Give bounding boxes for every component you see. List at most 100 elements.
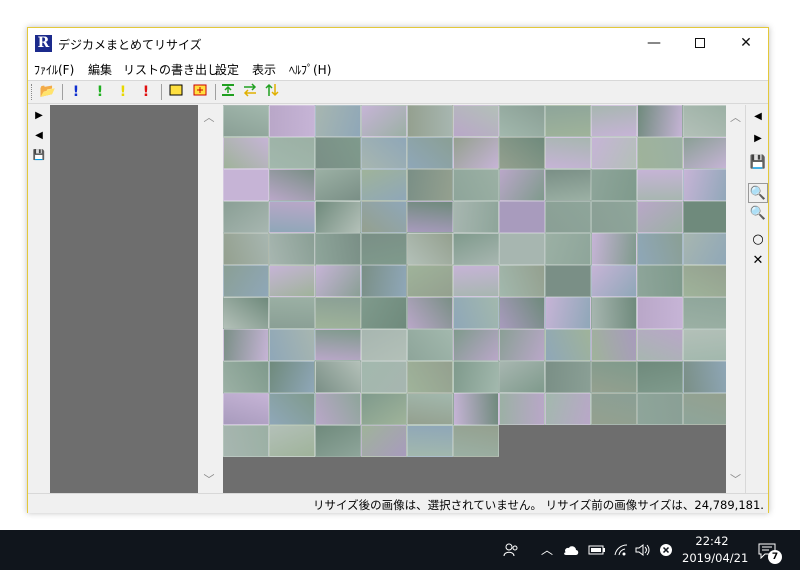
thumbnail[interactable] [499,297,545,329]
prev-icon[interactable]: ◀ [748,107,768,127]
thumbnail[interactable] [223,137,269,169]
thumbnail[interactable] [361,393,407,425]
thumbnail[interactable] [683,169,726,201]
thumbnail[interactable] [545,105,591,137]
thumbnail[interactable] [499,393,545,425]
thumbnail[interactable] [683,201,726,233]
maximize-button[interactable] [677,28,723,58]
next-icon[interactable]: ▶ [30,107,48,125]
file-list-pane[interactable] [50,105,220,493]
thumbnail[interactable] [407,201,453,233]
thumbnail[interactable] [453,137,499,169]
thumbnail[interactable] [361,425,407,457]
thumbnail[interactable] [269,329,315,361]
thumbnail[interactable] [545,297,591,329]
frame-icon[interactable] [167,83,185,101]
thumbnail[interactable] [545,329,591,361]
thumbnail[interactable] [315,329,361,361]
mark-yellow-button[interactable]: ! [114,83,132,101]
menu-export-list[interactable]: リストの書き出し [123,61,219,78]
thumbnail[interactable] [637,137,683,169]
thumbnail[interactable] [453,233,499,265]
thumbnail[interactable] [269,105,315,137]
thumbnail[interactable] [545,393,591,425]
thumbnail[interactable] [361,201,407,233]
thumbnail[interactable] [315,233,361,265]
thumbnail[interactable] [683,393,726,425]
zoom-icon[interactable]: 🔍 [748,204,768,224]
thumbnail[interactable] [683,265,726,297]
thumbnail[interactable] [637,361,683,393]
thumbnail[interactable] [223,329,269,361]
thumbnail[interactable] [361,329,407,361]
thumbnail[interactable] [453,297,499,329]
thumbnail[interactable] [637,201,683,233]
thumbnail[interactable] [545,361,591,393]
thumbnail[interactable] [223,425,269,457]
thumbnail[interactable] [315,297,361,329]
thumbnail[interactable] [637,265,683,297]
minimize-button[interactable]: — [631,28,677,58]
frame-add-icon[interactable] [191,83,209,101]
thumbnail[interactable] [269,361,315,393]
thumbnail[interactable] [591,329,637,361]
thumbnail[interactable] [269,265,315,297]
cross-icon[interactable]: ✕ [748,251,768,271]
thumbnail[interactable] [499,201,545,233]
thumbnail[interactable] [637,233,683,265]
no-connection-icon[interactable] [655,530,677,570]
menu-help[interactable]: ﾍﾙﾌﾟ(H) [289,61,331,78]
save-icon[interactable]: 💾 [30,147,48,165]
thumbnail[interactable] [407,329,453,361]
thumbnail[interactable] [545,233,591,265]
thumbnail[interactable] [545,265,591,297]
cloud-icon[interactable] [560,530,582,570]
toolbar-grip[interactable] [31,84,34,100]
thumbnail[interactable] [591,297,637,329]
thumbnail[interactable] [453,105,499,137]
scroll-up-icon[interactable]: ︿ [726,109,745,127]
thumbnail[interactable] [315,169,361,201]
thumbnail-scrollbar[interactable]: ︿ ﹀ [726,105,745,493]
thumbnail[interactable] [453,265,499,297]
open-folder-icon[interactable]: 📂 [39,83,57,101]
taskbar-clock[interactable]: 22:42 2019/04/21 [682,533,748,567]
thumbnail[interactable] [591,393,637,425]
thumbnail[interactable] [591,201,637,233]
thumbnail[interactable] [499,361,545,393]
thumbnail[interactable] [545,137,591,169]
scroll-down-icon[interactable]: ﹀ [726,471,745,489]
thumbnail[interactable] [269,297,315,329]
file-list-scrollbar[interactable]: ︿ ﹀ [198,105,220,493]
thumbnail[interactable] [315,105,361,137]
thumbnail[interactable] [407,233,453,265]
thumbnail[interactable] [361,137,407,169]
thumbnail[interactable] [683,137,726,169]
thumbnail[interactable] [453,201,499,233]
align-top-bottom-icon[interactable] [219,83,237,101]
thumbnail[interactable] [407,105,453,137]
thumbnail[interactable] [545,201,591,233]
thumbnail[interactable] [223,297,269,329]
thumbnail[interactable] [591,265,637,297]
thumbnail[interactable] [499,265,545,297]
menu-file[interactable]: ﾌｧｲﾙ(F) [34,61,74,78]
thumbnail[interactable] [315,265,361,297]
thumbnail[interactable] [407,265,453,297]
close-button[interactable]: ✕ [723,28,769,58]
thumbnail[interactable] [591,361,637,393]
thumbnail[interactable] [407,425,453,457]
circle-icon[interactable]: ○ [748,230,768,250]
thumbnail[interactable] [269,169,315,201]
thumbnail[interactable] [315,137,361,169]
menu-view[interactable]: 表示 [252,61,276,78]
thumbnail[interactable] [361,265,407,297]
thumbnail[interactable] [407,393,453,425]
thumbnail[interactable] [499,169,545,201]
mark-red-button[interactable]: ! [137,83,155,101]
save-icon[interactable]: 💾 [748,153,768,173]
menu-edit[interactable]: 編集 [88,61,112,78]
thumbnail[interactable] [269,137,315,169]
thumbnail[interactable] [361,169,407,201]
thumbnail[interactable] [453,361,499,393]
